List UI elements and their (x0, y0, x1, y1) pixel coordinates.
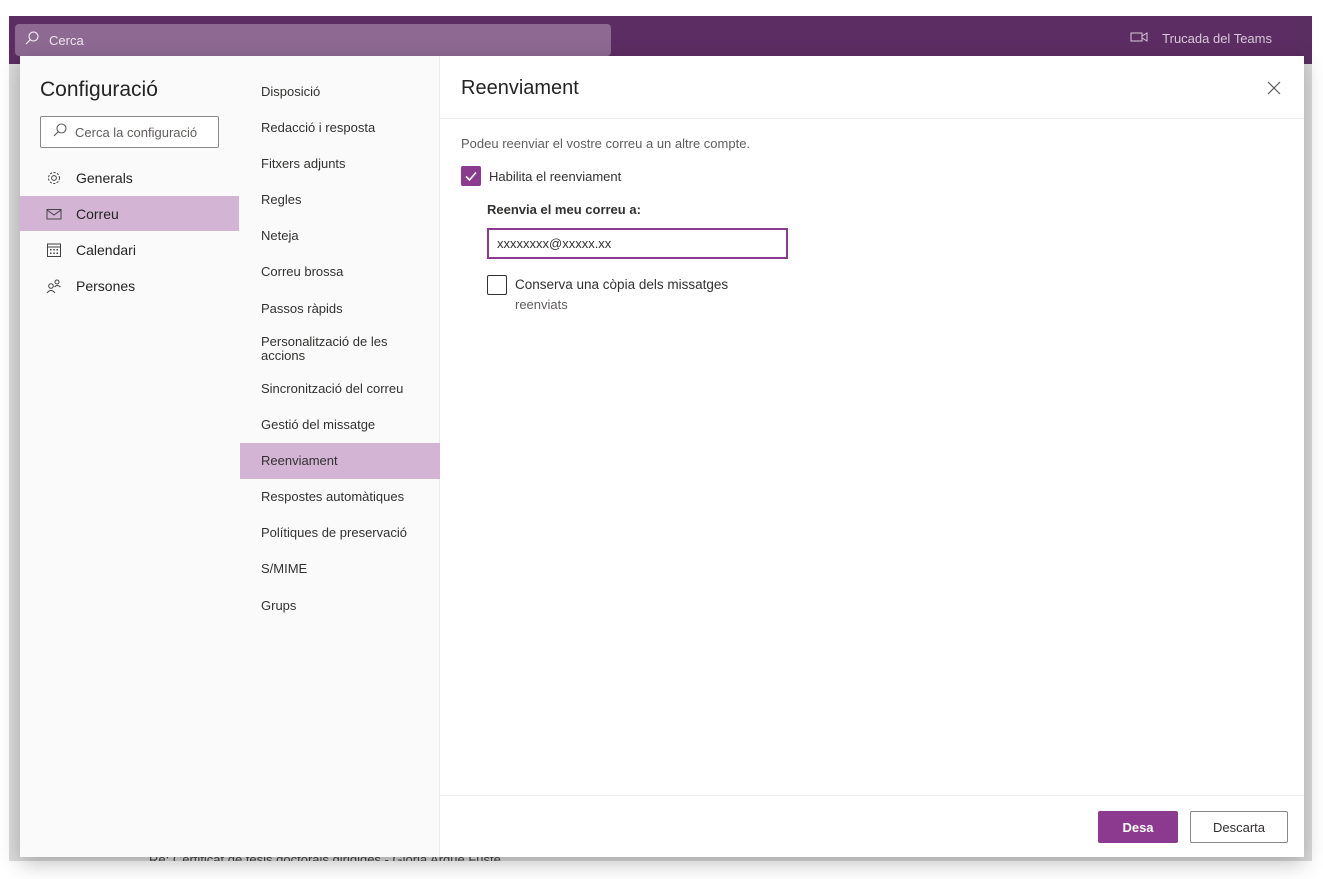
section-correu-brossa[interactable]: Correu brossa (240, 265, 440, 279)
category-calendari[interactable]: Calendari (20, 232, 239, 267)
teams-call-button[interactable]: Trucada del Teams (1130, 31, 1272, 46)
category-label: Calendari (76, 241, 136, 258)
panel-divider (440, 118, 1304, 119)
section-neteja[interactable]: Neteja (240, 229, 440, 243)
section-disposicio[interactable]: Disposició (240, 85, 440, 99)
section-redaccio-i-resposta[interactable]: Redacció i resposta (240, 121, 440, 135)
calendar-icon (46, 242, 62, 258)
search-icon (53, 122, 67, 142)
teams-call-label: Trucada del Teams (1162, 31, 1272, 46)
category-label: Correu (76, 205, 119, 222)
save-button[interactable]: Desa (1098, 811, 1178, 843)
section-politiques-de-preservacio[interactable]: Polítiques de preservació (240, 526, 440, 540)
category-label: Generals (76, 169, 133, 186)
keep-copy-label-line2: reenviats (515, 297, 568, 312)
category-correu[interactable]: Correu (20, 196, 239, 231)
settings-dialog: Configuració Cerca la configuració Gener… (20, 56, 1304, 857)
mail-icon (46, 206, 62, 222)
panel-description: Podeu reenviar el vostre correu a un alt… (461, 136, 751, 151)
category-persones[interactable]: Persones (20, 268, 239, 303)
keep-copy-checkbox[interactable]: Conserva una còpia dels missatges reenvi… (487, 275, 728, 315)
section-regles[interactable]: Regles (240, 193, 440, 207)
category-generals[interactable]: Generals (20, 160, 239, 195)
forward-to-input[interactable] (487, 228, 788, 259)
section-passos-rapids[interactable]: Passos ràpids (240, 302, 440, 316)
section-smime[interactable]: S/MIME (240, 562, 440, 576)
panel-title: Reenviament (461, 77, 579, 99)
video-camera-icon (1130, 31, 1148, 46)
section-grups[interactable]: Grups (240, 599, 440, 613)
search-icon (25, 30, 39, 50)
settings-search-input[interactable]: Cerca la configuració (40, 116, 219, 148)
close-icon (1266, 81, 1282, 100)
section-personalitzacio-de-les-accions[interactable]: Personalització de les accions (240, 335, 420, 365)
forwarding-panel: Reenviament Podeu reenviar el vostre cor… (440, 56, 1304, 857)
settings-search-placeholder: Cerca la configuració (75, 124, 198, 140)
empty-checkbox-icon (487, 275, 507, 295)
section-gestio-del-missatge[interactable]: Gestió del missatge (240, 418, 440, 432)
category-label: Persones (76, 277, 136, 294)
discard-button[interactable]: Descarta (1190, 811, 1288, 843)
enable-forwarding-checkbox[interactable]: Habilita el reenviament (461, 166, 621, 186)
section-fitxers-adjunts[interactable]: Fitxers adjunts (240, 157, 440, 171)
enable-forwarding-label: Habilita el reenviament (489, 168, 622, 184)
footer-divider (440, 795, 1304, 796)
section-sincronitzacio-del-correu[interactable]: Sincronització del correu (240, 382, 440, 396)
section-respostes-automatiques[interactable]: Respostes automàtiques (240, 490, 440, 504)
forward-to-label: Reenvia el meu correu a: (487, 202, 641, 217)
keep-copy-label-line1: Conserva una còpia dels missatges (515, 277, 729, 292)
section-reenviament[interactable]: Reenviament (240, 443, 440, 479)
keep-copy-label: Conserva una còpia dels missatges reenvi… (515, 275, 728, 315)
close-button[interactable] (1266, 80, 1282, 96)
settings-title: Configuració (40, 78, 158, 101)
checkmark-icon (461, 166, 481, 186)
mail-sections-pane: Disposició Redacció i resposta Fitxers a… (240, 56, 440, 857)
top-search-placeholder: Cerca (49, 32, 84, 48)
people-icon (46, 278, 62, 294)
gear-icon (46, 170, 62, 186)
settings-categories-pane: Configuració Cerca la configuració Gener… (20, 56, 240, 857)
top-search-box[interactable]: Cerca (15, 24, 611, 56)
